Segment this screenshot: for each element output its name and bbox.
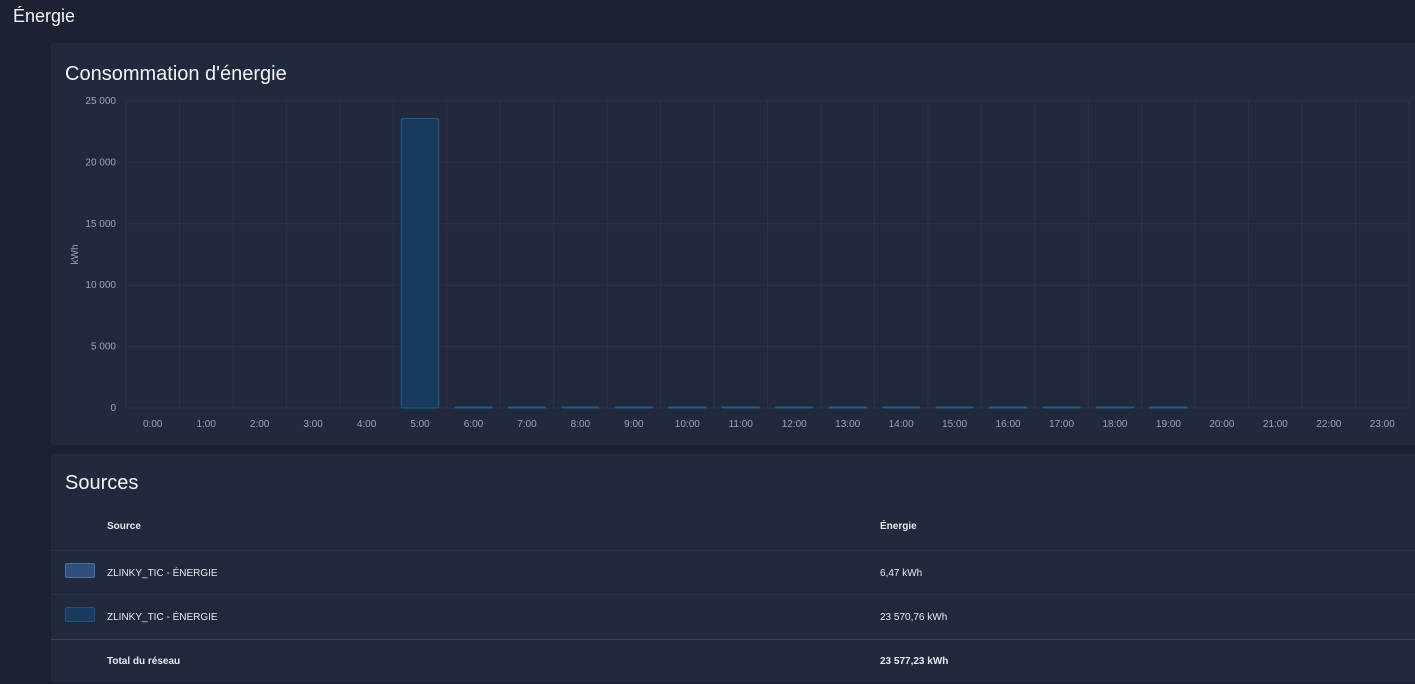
source-name: ZLINKY_TIC - ÉNERGIE <box>107 568 218 579</box>
table-header: Source Énergie <box>51 504 1415 549</box>
total-row: Total du réseau 23 577,23 kWh <box>51 639 1415 684</box>
x-tick-label: 19:00 <box>1156 419 1181 430</box>
x-tick-label: 1:00 <box>196 419 216 430</box>
energy-bar-chart: 0 5 000 10 000 15 000 20 000 25 000 kWh 0:00 1:0… <box>70 96 1410 430</box>
x-tick-label: 18:00 <box>1102 419 1127 430</box>
x-tick-label: 20:00 <box>1209 419 1234 430</box>
source-energy: 23 570,76 kWh <box>880 612 948 623</box>
x-tick-label: 9:00 <box>624 419 644 430</box>
bar <box>775 406 814 409</box>
x-tick-label: 8:00 <box>571 419 591 430</box>
x-tick-label: 11:00 <box>729 419 754 430</box>
bar <box>561 406 600 409</box>
total-energy: 23 577,23 kWh <box>880 656 949 667</box>
x-tick-label: 22:00 <box>1316 419 1341 430</box>
y-tick-label: 20 000 <box>85 157 116 168</box>
y-tick-label: 0 <box>110 403 116 414</box>
x-tick-label: 16:00 <box>996 419 1021 430</box>
bar <box>988 406 1028 409</box>
top-bar: Énergie <box>0 0 1415 34</box>
x-tick-label: 15:00 <box>942 419 967 430</box>
bar <box>454 406 493 409</box>
table-row: ZLINKY_TIC - ÉNERGIE 23 570,76 kWh <box>51 594 1415 639</box>
energy-consumption-card: Consommation d'énergie 05 000 10 000 15 00… <box>51 43 1415 445</box>
table-row: ZLINKY_TIC - ÉNERGIE 6,47 kWh <box>51 550 1415 595</box>
x-tick-label: 4:00 <box>357 419 377 430</box>
x-tick-label: 0:00 <box>143 419 163 430</box>
x-tick-label: 17:00 <box>1049 419 1074 430</box>
source-energy: 6,47 kWh <box>880 568 923 579</box>
x-tick-label: 3:00 <box>303 419 323 430</box>
bar <box>1095 406 1135 409</box>
x-tick-label: 13:00 <box>835 419 860 430</box>
x-tick-label: 7:00 <box>517 419 537 430</box>
source-color-swatch <box>65 607 95 622</box>
y-tick-label: 25 000 <box>85 96 116 107</box>
sources-card: Sources Source Énergie ZLINKY_TIC - ÉNER… <box>51 454 1415 683</box>
x-tick-label: 14:00 <box>889 419 914 430</box>
header-energy: Énergie <box>880 521 917 532</box>
y-tick-label: 15 000 <box>85 219 116 230</box>
bar <box>1042 406 1081 409</box>
y-tick-label: 5 000 <box>91 342 116 353</box>
page-title: Énergie <box>13 6 76 26</box>
y-axis-label: kWh <box>70 245 81 265</box>
x-tick-label: 5:00 <box>410 419 430 430</box>
x-tick-label: 10:00 <box>675 419 700 430</box>
x-tick-label: 21:00 <box>1263 419 1288 430</box>
bar <box>935 406 974 409</box>
bar <box>668 406 707 409</box>
bar <box>881 406 921 409</box>
bar <box>1149 406 1188 409</box>
source-name: ZLINKY_TIC - ÉNERGIE <box>107 612 218 623</box>
header-source: Source <box>107 521 141 532</box>
total-label: Total du réseau <box>107 656 181 667</box>
bar <box>614 406 654 409</box>
x-tick-label: 23:00 <box>1370 419 1395 430</box>
source-color-swatch <box>65 563 95 578</box>
bar <box>400 118 440 409</box>
bar <box>507 406 547 409</box>
x-tick-label: 6:00 <box>464 419 484 430</box>
sources-title: Sources <box>65 472 139 494</box>
bar <box>721 406 760 409</box>
y-tick-label: 10 000 <box>85 280 116 291</box>
left-gutter <box>0 34 51 683</box>
x-tick-label: 12:00 <box>782 419 807 430</box>
x-tick-label: 2:00 <box>250 419 270 430</box>
bar <box>828 406 867 409</box>
